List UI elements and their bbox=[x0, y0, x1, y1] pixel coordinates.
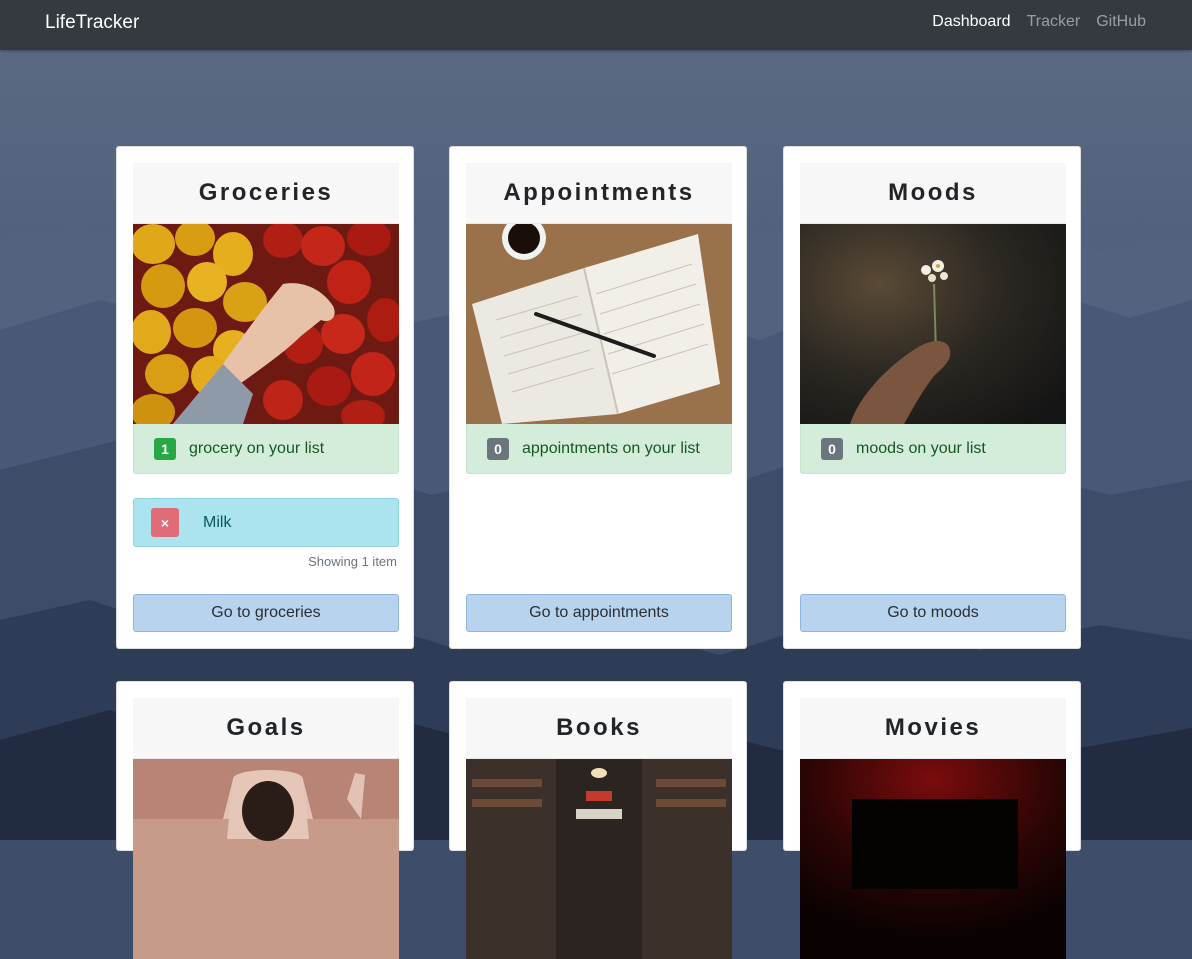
card-title: Appointments bbox=[503, 179, 695, 206]
card-title: Goals bbox=[226, 714, 306, 741]
card-header: Goals bbox=[133, 698, 399, 759]
card-title: Books bbox=[556, 714, 642, 741]
appointments-card: Appointments 0 appointments on your list… bbox=[449, 146, 747, 649]
cinema-photo bbox=[800, 759, 1066, 959]
notebook-photo bbox=[466, 224, 732, 424]
card-header: Moods bbox=[800, 163, 1066, 224]
card-header: Movies bbox=[800, 698, 1066, 759]
top-navbar: LifeTracker Dashboard Tracker GitHub bbox=[0, 0, 1192, 50]
card-title: Movies bbox=[884, 714, 982, 741]
nav-link-tracker[interactable]: Tracker bbox=[1027, 13, 1081, 31]
count-badge: 0 bbox=[487, 437, 509, 460]
go-to-groceries-button[interactable]: Go to groceries bbox=[133, 594, 399, 632]
item-label: Milk bbox=[203, 513, 232, 531]
count-alert: 1 grocery on your list bbox=[133, 424, 399, 474]
flower-photo bbox=[800, 224, 1066, 424]
list-item: × Milk bbox=[133, 498, 399, 547]
count-alert: 0 moods on your list bbox=[800, 424, 1066, 474]
books-card: Books bbox=[449, 681, 747, 959]
count-text: moods on your list bbox=[856, 439, 986, 457]
nav-link-dashboard[interactable]: Dashboard bbox=[932, 13, 1010, 31]
count-text: appointments on your list bbox=[522, 439, 700, 457]
nav-link-github[interactable]: GitHub bbox=[1096, 13, 1146, 31]
peppers-photo bbox=[133, 224, 399, 424]
card-title: Moods bbox=[888, 179, 978, 206]
movies-card: Movies bbox=[783, 681, 1081, 959]
nav-links: Dashboard Tracker GitHub bbox=[932, 13, 1146, 31]
count-text: grocery on your list bbox=[189, 439, 325, 457]
hand-coin-photo bbox=[133, 759, 399, 959]
card-header: Appointments bbox=[466, 163, 732, 224]
count-alert: 0 appointments on your list bbox=[466, 424, 732, 474]
count-badge: 1 bbox=[154, 437, 176, 460]
goals-card: Goals bbox=[116, 681, 414, 959]
card-header: Books bbox=[466, 698, 732, 759]
count-badge: 0 bbox=[821, 437, 843, 460]
brand-logo[interactable]: LifeTracker bbox=[45, 12, 139, 34]
card-title: Groceries bbox=[198, 179, 334, 206]
library-photo bbox=[466, 759, 732, 959]
delete-item-button[interactable]: × bbox=[151, 508, 179, 537]
go-to-appointments-button[interactable]: Go to appointments bbox=[466, 594, 732, 632]
moods-card: Moods 0 moods on your list Go to moods bbox=[783, 146, 1081, 649]
go-to-moods-button[interactable]: Go to moods bbox=[800, 594, 1066, 632]
showing-count: Showing 1 item bbox=[308, 554, 397, 569]
card-header: Groceries bbox=[133, 163, 399, 224]
groceries-card: Groceries 1 grocery on your list × Milk … bbox=[116, 146, 414, 649]
